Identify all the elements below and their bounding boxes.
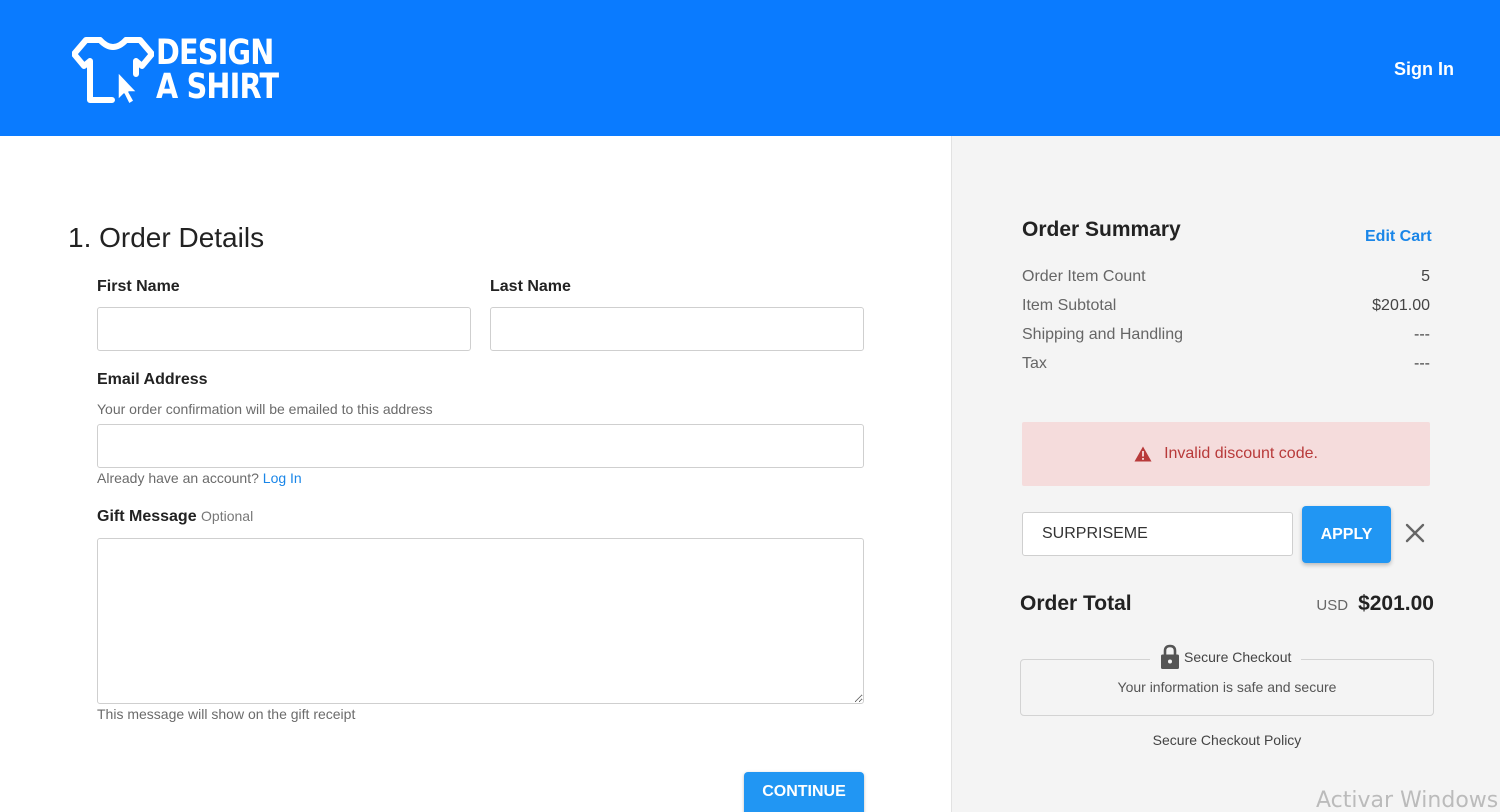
logo-line-2: A SHIRT [156, 67, 279, 107]
secure-checkout-text: Your information is safe and secure [1117, 679, 1337, 695]
last-name-label: Last Name [490, 278, 571, 295]
edit-cart-link[interactable]: Edit Cart [1365, 228, 1432, 246]
windows-activation-watermark: Activar Windows [1316, 788, 1499, 812]
summary-row-value: --- [1414, 326, 1430, 343]
summary-row-subtotal: Item Subtotal $201.00 [1022, 297, 1430, 315]
discount-error-alert: Invalid discount code. [1022, 422, 1430, 486]
tshirt-cursor-icon [72, 37, 154, 105]
currency-code: USD [1316, 597, 1349, 614]
summary-row-value: 5 [1421, 268, 1430, 285]
summary-row-label: Item Subtotal [1022, 297, 1117, 314]
summary-row-label: Order Item Count [1022, 268, 1146, 285]
order-total: USD $201.00 [1316, 592, 1434, 616]
gift-message-textarea[interactable] [97, 538, 864, 704]
log-in-link[interactable]: Log In [263, 470, 302, 486]
continue-button[interactable]: CONTINUE [744, 772, 864, 812]
summary-row-value: $201.00 [1372, 297, 1430, 314]
alert-message: Invalid discount code. [1164, 445, 1318, 462]
lock-icon [1161, 644, 1179, 669]
first-name-input[interactable] [97, 307, 471, 351]
secure-checkout-policy-link[interactable]: Secure Checkout Policy [1020, 732, 1434, 748]
gift-message-label: Gift Message Optional [97, 508, 253, 526]
sign-in-link[interactable]: Sign In [1394, 59, 1454, 80]
secure-checkout-title: Secure Checkout [1150, 644, 1302, 670]
logo[interactable]: DESIGN A SHIRT [72, 34, 305, 106]
email-input[interactable] [97, 424, 864, 468]
summary-row-label: Tax [1022, 355, 1047, 372]
secure-checkout-title-text: Secure Checkout [1184, 649, 1292, 665]
optional-tag: Optional [201, 508, 254, 524]
close-icon[interactable] [1404, 522, 1426, 544]
apply-button[interactable]: APPLY [1302, 506, 1391, 563]
last-name-input[interactable] [490, 307, 864, 351]
gift-message-hint: This message will show on the gift recei… [97, 706, 356, 722]
summary-row-item-count: Order Item Count 5 [1022, 268, 1430, 286]
warning-icon [1134, 446, 1152, 462]
email-hint: Your order confirmation will be emailed … [97, 401, 433, 417]
logo-text: DESIGN A SHIRT [156, 33, 279, 107]
site-header: DESIGN A SHIRT Sign In [0, 0, 1500, 136]
account-prompt: Already have an account? Log In [97, 470, 302, 486]
gift-message-label-text: Gift Message [97, 508, 197, 525]
email-label: Email Address [97, 371, 208, 388]
summary-row-shipping: Shipping and Handling --- [1022, 326, 1430, 344]
first-name-label: First Name [97, 278, 180, 295]
summary-row-label: Shipping and Handling [1022, 326, 1184, 343]
summary-row-value: --- [1414, 355, 1430, 372]
discount-code-input[interactable] [1022, 512, 1293, 556]
order-total-label: Order Total [1020, 592, 1132, 615]
order-total-value: $201.00 [1358, 592, 1434, 615]
logo-line-1: DESIGN [156, 33, 274, 73]
account-prompt-text: Already have an account? [97, 470, 259, 486]
order-summary-title: Order Summary [1022, 218, 1181, 241]
summary-row-tax: Tax --- [1022, 355, 1430, 373]
page-title: 1. Order Details [68, 222, 265, 253]
